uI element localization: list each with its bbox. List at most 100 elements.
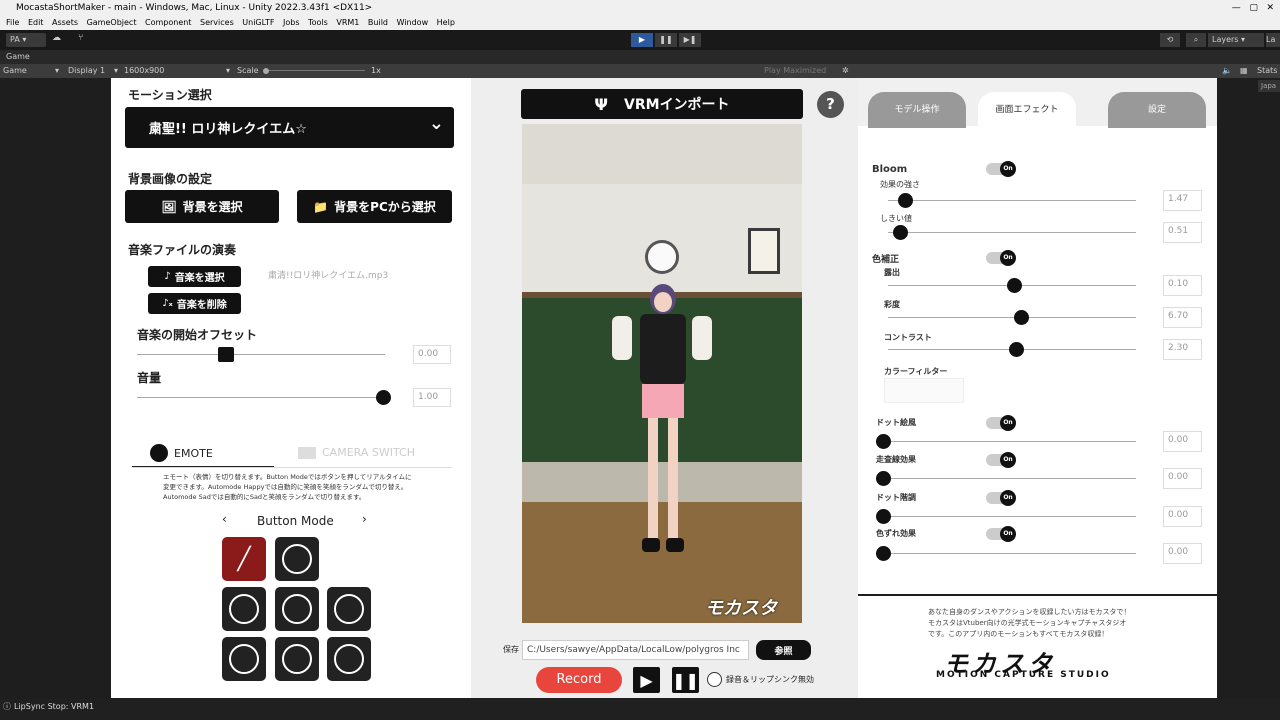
tab-model-control[interactable]: モデル操作 xyxy=(868,92,966,128)
emote-sad-button[interactable] xyxy=(222,587,266,631)
play-button[interactable]: ▶ xyxy=(631,33,653,47)
pause-button[interactable]: ❚❚ xyxy=(655,33,677,47)
layout-dropdown[interactable]: La xyxy=(1266,33,1280,47)
stats-button[interactable]: Stats xyxy=(1257,64,1277,78)
settings-icon[interactable]: ✲ xyxy=(842,64,849,78)
emote-smile-button[interactable] xyxy=(275,637,319,681)
emote-relaxed-button[interactable] xyxy=(222,637,266,681)
exposure-handle[interactable] xyxy=(1006,278,1022,293)
collab-icon[interactable]: ⑂ xyxy=(78,33,92,47)
help-button[interactable]: ? xyxy=(817,91,844,118)
menu-unigltf[interactable]: UniGLTF xyxy=(242,16,274,30)
dot-style-toggle[interactable]: On xyxy=(986,415,1016,431)
scanline-value[interactable]: 0.00 xyxy=(1163,468,1202,489)
browse-button[interactable]: 参照 xyxy=(756,640,811,660)
scanline-toggle[interactable]: On xyxy=(986,452,1016,468)
menu-file[interactable]: File xyxy=(6,16,19,30)
search-icon[interactable]: ⌕ xyxy=(1186,33,1206,47)
menu-gameobject[interactable]: GameObject xyxy=(87,16,137,30)
menu-assets[interactable]: Assets xyxy=(52,16,78,30)
display-dropdown[interactable]: Display 1 xyxy=(68,64,105,78)
threshold-slider[interactable] xyxy=(888,232,1136,233)
delete-music-button[interactable]: ♪ₓ 音楽を削除 xyxy=(148,293,241,314)
threshold-value[interactable]: 0.51 xyxy=(1163,222,1202,243)
select-background-pc-button[interactable]: 📁 背景をPCから選択 xyxy=(297,190,452,223)
dot-style-value[interactable]: 0.00 xyxy=(1163,431,1202,452)
emote-wand-button[interactable]: ╱ xyxy=(222,537,266,581)
dot-gradation-value[interactable]: 0.00 xyxy=(1163,506,1202,527)
saturation-value[interactable]: 6.70 xyxy=(1163,307,1202,328)
grid-icon[interactable]: ▦ xyxy=(1240,64,1248,78)
scanline-handle[interactable] xyxy=(875,471,891,486)
scanline-slider[interactable] xyxy=(888,478,1136,479)
menu-vrm1[interactable]: VRM1 xyxy=(336,16,359,30)
play-preview-button[interactable]: ▶ xyxy=(633,667,660,693)
contrast-value[interactable]: 2.30 xyxy=(1163,339,1202,360)
dot-gradation-toggle[interactable]: On xyxy=(986,490,1016,506)
volume-slider-handle[interactable] xyxy=(375,390,391,405)
record-button[interactable]: Record xyxy=(536,667,622,693)
color-correction-toggle[interactable]: On xyxy=(986,250,1016,266)
game-dropdown[interactable]: Game xyxy=(3,64,27,78)
emote-angry-button[interactable] xyxy=(327,587,371,631)
menu-services[interactable]: Services xyxy=(200,16,234,30)
disable-lipsync-checkbox[interactable] xyxy=(707,672,722,687)
tab-settings[interactable]: 設定 xyxy=(1108,92,1206,128)
menu-component[interactable]: Component xyxy=(145,16,191,30)
exposure-value[interactable]: 0.10 xyxy=(1163,275,1202,296)
account-dropdown[interactable]: PA ▾ xyxy=(6,33,46,47)
scale-slider[interactable] xyxy=(265,70,365,71)
bloom-strength-slider[interactable] xyxy=(888,200,1136,201)
vrm-import-button[interactable]: Ψ VRMインポート xyxy=(521,89,803,119)
emote-happy-button[interactable] xyxy=(275,537,319,581)
emote-neutral-button[interactable] xyxy=(275,587,319,631)
pause-preview-button[interactable]: ❚❚ xyxy=(672,667,699,693)
mode-next-button[interactable]: › xyxy=(362,512,367,526)
offset-slider[interactable] xyxy=(137,354,385,355)
dot-gradation-handle[interactable] xyxy=(875,509,891,524)
color-shift-handle[interactable] xyxy=(875,546,891,561)
resolution-dropdown[interactable]: 1600x900 xyxy=(124,64,164,78)
dot-style-slider[interactable] xyxy=(888,441,1136,442)
game-view-tab[interactable]: Game xyxy=(0,50,1280,64)
tab-emote[interactable]: EMOTE xyxy=(150,444,213,462)
menu-window[interactable]: Window xyxy=(397,16,429,30)
layers-dropdown[interactable]: Layers ▾ xyxy=(1208,33,1264,47)
tab-screen-effect[interactable]: 画面エフェクト xyxy=(978,92,1076,128)
threshold-handle[interactable] xyxy=(892,225,908,240)
volume-slider[interactable] xyxy=(137,397,385,398)
scale-slider-knob[interactable] xyxy=(263,68,269,74)
offset-value[interactable]: 0.00 xyxy=(413,345,451,364)
bloom-strength-handle[interactable] xyxy=(897,193,913,208)
menu-edit[interactable]: Edit xyxy=(28,16,44,30)
save-path-input[interactable]: C:/Users/sawye/AppData/LocalLow/polygros… xyxy=(522,640,749,660)
model-preview-viewport[interactable]: モカスタ xyxy=(522,124,802,623)
emote-surprised-button[interactable] xyxy=(327,637,371,681)
select-background-button[interactable]: 🖼 背景を選択 xyxy=(125,190,279,223)
step-button[interactable]: ▶❚ xyxy=(679,33,701,47)
select-music-button[interactable]: ♪ 音楽を選択 xyxy=(148,266,241,287)
cloud-icon[interactable]: ☁ xyxy=(52,33,70,47)
color-shift-value[interactable]: 0.00 xyxy=(1163,543,1202,564)
saturation-slider[interactable] xyxy=(888,317,1136,318)
volume-value[interactable]: 1.00 xyxy=(413,388,451,407)
mode-prev-button[interactable]: ‹ xyxy=(222,512,227,526)
menu-tools[interactable]: Tools xyxy=(308,16,328,30)
color-shift-toggle[interactable]: On xyxy=(986,526,1016,542)
window-controls[interactable]: — ▢ ✕ xyxy=(1232,0,1274,16)
tab-camera-switch[interactable]: CAMERA SWITCH xyxy=(298,446,415,459)
bloom-toggle[interactable]: On xyxy=(986,161,1016,177)
menu-jobs[interactable]: Jobs xyxy=(283,16,300,30)
audio-icon[interactable]: 🔈 xyxy=(1222,64,1232,78)
motion-dropdown[interactable]: 粛聖!! ロリ神レクイエム☆ ⌄ xyxy=(125,107,454,148)
dot-gradation-slider[interactable] xyxy=(888,516,1136,517)
color-filter-swatch[interactable] xyxy=(884,378,964,403)
history-icon[interactable]: ⟲ xyxy=(1160,33,1180,47)
menu-help[interactable]: Help xyxy=(437,16,455,30)
play-maximized-dropdown[interactable]: Play Maximized xyxy=(764,64,826,78)
color-shift-slider[interactable] xyxy=(888,553,1136,554)
dot-style-handle[interactable] xyxy=(875,434,891,449)
menu-build[interactable]: Build xyxy=(368,16,388,30)
bloom-strength-value[interactable]: 1.47 xyxy=(1163,190,1202,211)
offset-slider-handle[interactable] xyxy=(218,347,235,362)
